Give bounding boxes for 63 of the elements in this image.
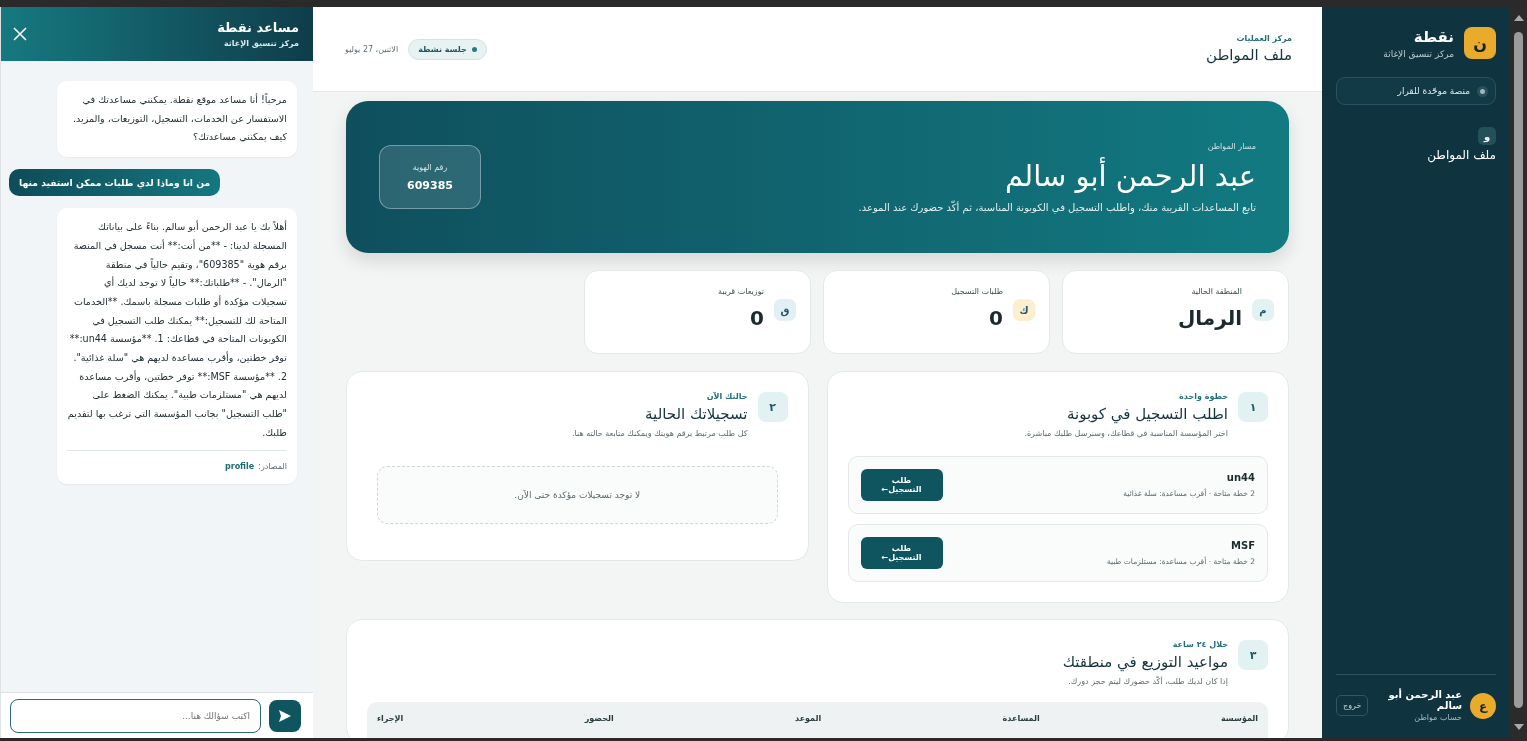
pill-label: منصة موحّدة للقرار xyxy=(1397,86,1470,96)
close-icon[interactable] xyxy=(11,25,29,43)
stat-value: 0 xyxy=(988,306,1003,330)
stat-value: 0 xyxy=(749,306,764,330)
stat-value: الرمال xyxy=(1177,306,1242,330)
scrollbar-thumb[interactable] xyxy=(1514,32,1523,708)
stat-label: المنطقة الحالية xyxy=(1190,287,1242,296)
organization-name: MSF xyxy=(1230,540,1255,551)
sources-label: المصادر: xyxy=(258,460,287,473)
card-title: اطلب التسجيل في كوبونة xyxy=(1065,405,1228,423)
id-label: رقم الهوية xyxy=(412,162,448,172)
stat-label: توزيعات قريبة xyxy=(718,287,764,296)
date-label: الاثنين، 27 يوليو xyxy=(345,44,399,54)
assistant-message: مرحباً! أنا مساعد موقع نقطة. يمكنني مساعدتك في الاستفسار عن الخدمات، التسجيل، التوزيعات، والمزيد. كيف يمكنني مساعدتك؟ xyxy=(57,81,297,158)
session-label: جلسة نشطة xyxy=(418,44,467,54)
stat-letter-badge: ك xyxy=(1013,299,1035,321)
register-button[interactable]: طلب التسجيل← xyxy=(860,537,943,569)
card-kicker: خلال ٢٤ ساعة xyxy=(1171,640,1228,649)
chat-title: مساعد نقطة xyxy=(217,20,299,35)
stat-letter-badge: م xyxy=(1252,299,1274,321)
card-description: إذا كان لديك طلب، أكّد حضورك ليتم حجز دورك. xyxy=(1067,677,1228,686)
nav-item[interactable]: ملف المواطن xyxy=(1427,148,1496,162)
stat-label: طلبات التسجيل xyxy=(951,287,1003,296)
nav-item-letter-icon: و xyxy=(1478,127,1496,145)
card-title: تسجيلاتك الحالية xyxy=(644,405,748,423)
step-number: ٢ xyxy=(757,392,788,422)
user-avatar: ع xyxy=(1470,692,1496,719)
citizen-name: عبد الرحمن أبو سالم xyxy=(1004,158,1256,193)
source-link[interactable]: profile xyxy=(224,458,255,475)
register-button[interactable]: طلب التسجيل← xyxy=(860,469,943,501)
user-role: حساب مواطن xyxy=(1413,713,1462,722)
page-kicker: مركز العمليات xyxy=(1235,34,1292,43)
hero-kicker: مسار المواطن xyxy=(1206,141,1256,151)
column-header: المؤسسة xyxy=(1221,714,1258,723)
app-subtitle: مركز تنسيق الإغاثة xyxy=(1383,48,1454,59)
hero-description: تابع المساعدات القريبة منك، واطلب التسجيل في الكوبونة المناسبة، ثم أكّد حضورك عند الموعد. xyxy=(858,201,1256,213)
message-input-field[interactable]: اكتب سؤالك هنا... xyxy=(10,698,261,733)
logo-mark: ن xyxy=(1464,27,1496,59)
user-name: عبد الرحمن أبو سالم xyxy=(1387,689,1462,711)
status-dot-icon xyxy=(1480,88,1485,94)
message-text: أهلاً بك يا عبد الرحمن أبو سالم. بناءً على بياناتك المسجلة لدينا: - **من أنت:** أنت مسجل في المنصة برقم هوية "609385"، وتقيم حالياً في منطقة "الرمال". - **طلباتك:** حالياً لا توجد لديك أي تسجيلات مؤكدة أو طلبات مسجلة باسمك. **الخدمات المتاحة لك للتسجيل:** يمكنك طلب التسجيل في الكوبونات المتاحة في قطاعك: 1. **مؤسسة un44:** توفر خطتين، وأقرب مساعدة لديهم هي "سلة غذائية". 2. **مؤسسة MSF:** توفر خطتين، وأقرب مساعدة لديهم هي "مستلزمات طبية". يمكنك الضغط على "طلب التسجيل" بجانب المؤسسة التي ترغب بها لتقديم طلبك. xyxy=(67,219,287,440)
page-title: ملف المواطن xyxy=(1206,46,1292,64)
chat-subtitle: مركز تنسيق الإغاثة xyxy=(222,39,299,48)
card-title: مواعيد التوزيع في منطقتك xyxy=(1062,653,1228,671)
empty-state: لا توجد تسجيلات مؤكدة حتى الآن. xyxy=(377,466,778,524)
column-header: المساعدة xyxy=(1002,714,1040,723)
organization-name: un44 xyxy=(1225,472,1255,483)
card-kicker: خطوة واحدة xyxy=(1178,392,1228,401)
stat-letter-badge: ق xyxy=(774,299,796,321)
send-icon[interactable] xyxy=(269,699,301,732)
column-header: الحضور xyxy=(584,714,614,723)
column-header: الإجراء xyxy=(377,714,404,723)
step-number: ٣ xyxy=(1238,640,1268,670)
card-description: كل طلب مرتبط برقم هويتك ويمكنك متابعة حالته هنا. xyxy=(572,429,748,438)
status-dot-icon xyxy=(471,46,477,52)
step-number: ١ xyxy=(1238,392,1268,422)
id-value: 609385 xyxy=(407,178,453,192)
card-description: اختر المؤسسة المناسبة في قطاعك، وسنرسل طلبك مباشرة. xyxy=(1024,429,1228,438)
app-title: نقطة xyxy=(1412,27,1454,46)
card-kicker: حالتك الآن xyxy=(705,392,748,401)
user-message: من انا وماذا لدي طلبات ممكن استفيد منها xyxy=(9,169,221,197)
column-header: الموعد xyxy=(795,714,822,723)
logout-button[interactable]: خروج xyxy=(1336,695,1369,716)
